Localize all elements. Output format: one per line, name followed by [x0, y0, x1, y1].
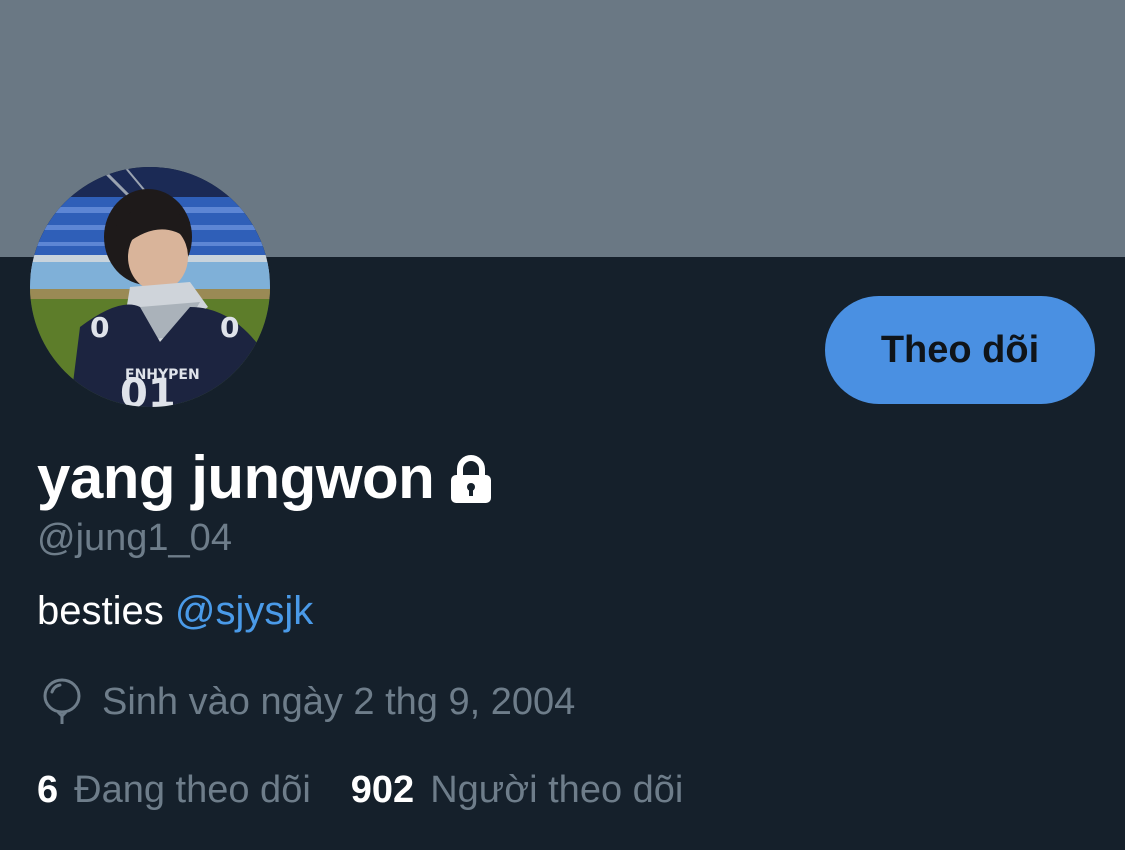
profile-bio: besties @sjysjk [37, 588, 313, 634]
bio-text: besties [37, 589, 164, 633]
balloon-icon [40, 678, 84, 726]
birthday-text: Sinh vào ngày 2 thg 9, 2004 [102, 681, 576, 723]
svg-text:01: 01 [120, 371, 176, 407]
followers-label: Người theo dõi [430, 769, 684, 811]
profile-avatar[interactable]: ENHYPEN 01 0 0 [30, 167, 270, 407]
following-count: 6 [37, 769, 59, 811]
display-name: yang jungwon [37, 444, 435, 511]
bio-mention-link[interactable]: @sjysjk [175, 589, 313, 633]
followers-count: 902 [350, 769, 415, 811]
display-name-row: yang jungwon [37, 442, 494, 514]
svg-text:0: 0 [90, 311, 109, 344]
profile-stats: 6 Đang theo dõi 902 Người theo dõi [37, 766, 683, 814]
user-handle: @jung1_04 [37, 517, 232, 559]
followers-stat[interactable]: 902 Người theo dõi [351, 766, 684, 814]
birthday-row: Sinh vào ngày 2 thg 9, 2004 [40, 676, 575, 728]
avatar-photo: ENHYPEN 01 0 0 [30, 167, 270, 407]
following-stat[interactable]: 6 Đang theo dõi [37, 766, 311, 814]
following-label: Đang theo dõi [74, 769, 311, 811]
svg-text:0: 0 [220, 311, 239, 344]
lock-icon [448, 455, 494, 505]
follow-button[interactable]: Theo dõi [825, 296, 1095, 404]
